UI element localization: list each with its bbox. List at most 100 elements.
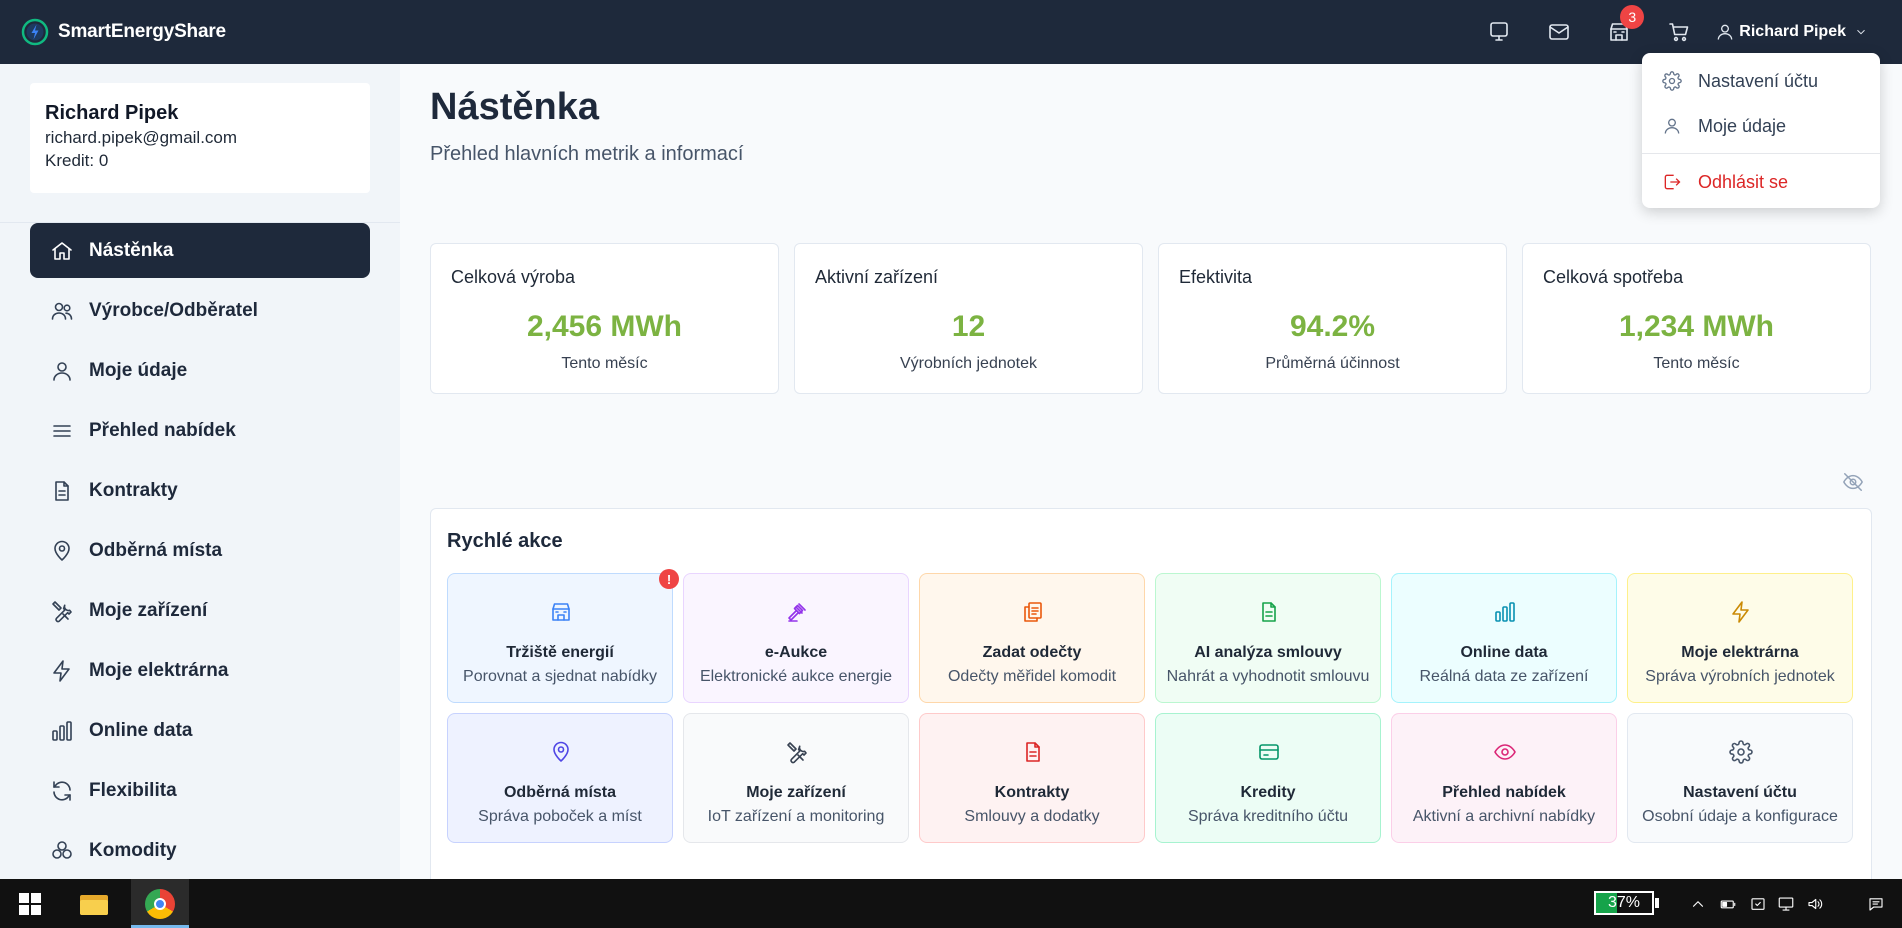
sidebar-item-label: Komodity bbox=[89, 839, 177, 861]
quick-action-ai-contract-analysis[interactable]: AI analýza smlouvy Nahrát a vyhodnotit s… bbox=[1155, 573, 1381, 703]
menu-divider bbox=[1642, 153, 1880, 154]
sidebar-item-offers[interactable]: Přehled nabídek bbox=[30, 403, 370, 458]
sidebar-item-label: Flexibilita bbox=[89, 779, 177, 801]
refresh-icon bbox=[53, 780, 71, 801]
sidebar-item-commodities[interactable]: Komodity bbox=[30, 823, 370, 878]
eye-icon bbox=[1494, 744, 1516, 760]
chevron-up-icon bbox=[1692, 900, 1704, 907]
brand[interactable]: SmartEnergyShare bbox=[21, 18, 226, 46]
menu-item-account-settings[interactable]: Nastavení účtu bbox=[1642, 61, 1880, 101]
battery-cap bbox=[1655, 898, 1659, 908]
tile-subtitle: Reálná data ze zařízení bbox=[1419, 668, 1589, 685]
store-icon bbox=[552, 603, 570, 621]
sidebar-item-producer-consumer[interactable]: Výrobce/Odběratel bbox=[30, 283, 370, 338]
stat-value: 94.2% bbox=[1289, 310, 1376, 343]
tray-volume-button[interactable] bbox=[1801, 879, 1829, 928]
tile-subtitle: Správa kreditního účtu bbox=[1187, 808, 1349, 825]
quick-action-consumption-points[interactable]: Odběrná místa Správa poboček a míst bbox=[447, 713, 673, 843]
tile-title: AI analýza smlouvy bbox=[1194, 644, 1342, 661]
quick-action-account-settings[interactable]: Nastavení účtu Osobní údaje a konfigurac… bbox=[1627, 713, 1853, 843]
network-icon bbox=[1778, 896, 1794, 911]
quick-action-online-data[interactable]: Online data Reálná data ze zařízení bbox=[1391, 573, 1617, 703]
security-icon bbox=[1751, 897, 1765, 910]
sidebar-item-dashboard[interactable]: Nástěnka bbox=[30, 223, 370, 278]
tile-title: Zadat odečty bbox=[982, 644, 1082, 661]
user-dropdown-menu: Nastavení účtu Moje údaje Odhlásit se bbox=[1642, 53, 1880, 208]
stat-card-total-production: Celková výroba 2,456 MWh Tento měsíc bbox=[430, 243, 779, 394]
stat-value: 1,234 MWh bbox=[1618, 310, 1775, 343]
bar-chart-icon bbox=[1495, 602, 1515, 622]
tile-title: Moje zařízení bbox=[746, 784, 846, 801]
chrome-button[interactable] bbox=[131, 879, 189, 928]
tile-subtitle: Osobní údaje a konfigurace bbox=[1642, 808, 1838, 825]
sidebar-item-online-data[interactable]: Online data bbox=[30, 703, 370, 758]
top-navbar: SmartEnergyShare 3 Richard Pipek bbox=[0, 0, 1902, 64]
tile-title: Kredity bbox=[1240, 784, 1296, 801]
quick-action-enter-readings[interactable]: Zadat odečty Odečty měřidel komodit bbox=[919, 573, 1145, 703]
quick-action-my-power-plant[interactable]: Moje elektrárna Správa výrobních jednote… bbox=[1627, 573, 1853, 703]
user-card-name: Richard Pipek bbox=[45, 102, 179, 124]
tray-power-button[interactable] bbox=[1714, 879, 1742, 928]
cubes-icon bbox=[52, 840, 72, 859]
eye-off-icon[interactable] bbox=[1842, 471, 1864, 493]
tray-overflow-button[interactable] bbox=[1684, 879, 1712, 928]
quick-action-my-devices[interactable]: Moje zařízení IoT zařízení a monitoring bbox=[683, 713, 909, 843]
tile-title: e-Aukce bbox=[764, 644, 828, 661]
stat-label: Aktivní zařízení bbox=[815, 267, 939, 287]
monitor-icon bbox=[1490, 22, 1509, 41]
sidebar-item-flexibility[interactable]: Flexibilita bbox=[30, 763, 370, 818]
menu-item-logout[interactable]: Odhlásit se bbox=[1642, 162, 1880, 202]
menu-item-my-details[interactable]: Moje údaje bbox=[1642, 106, 1880, 146]
credit-card-icon bbox=[1259, 744, 1279, 760]
cart-icon bbox=[1669, 23, 1689, 42]
tile-subtitle: Správa výrobních jednotek bbox=[1645, 668, 1835, 685]
quick-action-contracts[interactable]: Kontrakty Smlouvy a dodatky bbox=[919, 713, 1145, 843]
start-button[interactable] bbox=[0, 879, 60, 928]
stat-note: Výrobních jednotek bbox=[900, 355, 1037, 372]
sidebar-item-label: Výrobce/Odběratel bbox=[89, 299, 258, 321]
sidebar-item-label: Moje údaje bbox=[89, 359, 188, 381]
sidebar-item-consumption-points[interactable]: Odběrná místa bbox=[30, 523, 370, 578]
stat-label: Efektivita bbox=[1179, 267, 1253, 287]
user-menu-button[interactable]: Richard Pipek bbox=[1715, 22, 1868, 42]
battery-indicator[interactable]: 37% bbox=[1594, 891, 1654, 915]
user-card-email: richard.pipek@gmail.com bbox=[45, 128, 238, 147]
marketplace-button[interactable]: 3 bbox=[1589, 0, 1649, 64]
tray-network-button[interactable] bbox=[1772, 879, 1800, 928]
stat-note: Tento měsíc bbox=[561, 355, 648, 372]
gear-icon bbox=[1662, 71, 1682, 91]
users-icon bbox=[51, 302, 73, 320]
sidebar-item-contracts[interactable]: Kontrakty bbox=[30, 463, 370, 518]
tile-subtitle: Elektronické aukce energie bbox=[699, 668, 893, 685]
file-explorer-button[interactable] bbox=[65, 879, 123, 928]
bar-chart-icon bbox=[52, 720, 72, 741]
sidebar-item-my-details[interactable]: Moje údaje bbox=[30, 343, 370, 398]
tile-title: Odběrná místa bbox=[503, 784, 617, 801]
quick-action-credits[interactable]: Kredity Správa kreditního účtu bbox=[1155, 713, 1381, 843]
sidebar-item-label: Přehled nabídek bbox=[89, 419, 236, 441]
user-name: Richard Pipek bbox=[1739, 23, 1846, 40]
sidebar-item-my-power-plant[interactable]: Moje elektrárna bbox=[30, 643, 370, 698]
tile-subtitle: IoT zařízení a monitoring bbox=[707, 808, 885, 825]
gavel-icon bbox=[788, 603, 806, 622]
quick-action-offers-overview[interactable]: Přehled nabídek Aktivní a archivní nabíd… bbox=[1391, 713, 1617, 843]
mail-icon bbox=[1549, 24, 1570, 40]
user-icon bbox=[1664, 118, 1680, 134]
document-icon bbox=[1262, 602, 1276, 622]
folder-icon bbox=[80, 893, 108, 915]
monitor-button[interactable] bbox=[1469, 0, 1529, 64]
sidebar-item-label: Moje elektrárna bbox=[89, 659, 229, 681]
notifications-button[interactable] bbox=[1862, 879, 1890, 928]
tray-security-button[interactable] bbox=[1744, 879, 1772, 928]
battery-percent: 37% bbox=[1607, 894, 1641, 911]
document-icon bbox=[55, 480, 69, 501]
tile-title: Tržiště energií bbox=[506, 644, 614, 661]
menu-item-label: Moje údaje bbox=[1698, 115, 1787, 136]
quick-actions-panel: Rychlé akce Tržiště energií Porovnat a s… bbox=[430, 508, 1872, 879]
sidebar-item-my-devices[interactable]: Moje zařízení bbox=[30, 583, 370, 638]
quick-action-energy-market[interactable]: Tržiště energií Porovnat a sjednat nabíd… bbox=[447, 569, 679, 703]
list-icon bbox=[53, 424, 71, 437]
quick-action-e-auction[interactable]: e-Aukce Elektronické aukce energie bbox=[683, 573, 909, 703]
messages-button[interactable] bbox=[1529, 0, 1589, 64]
bolt-icon bbox=[1732, 601, 1749, 623]
